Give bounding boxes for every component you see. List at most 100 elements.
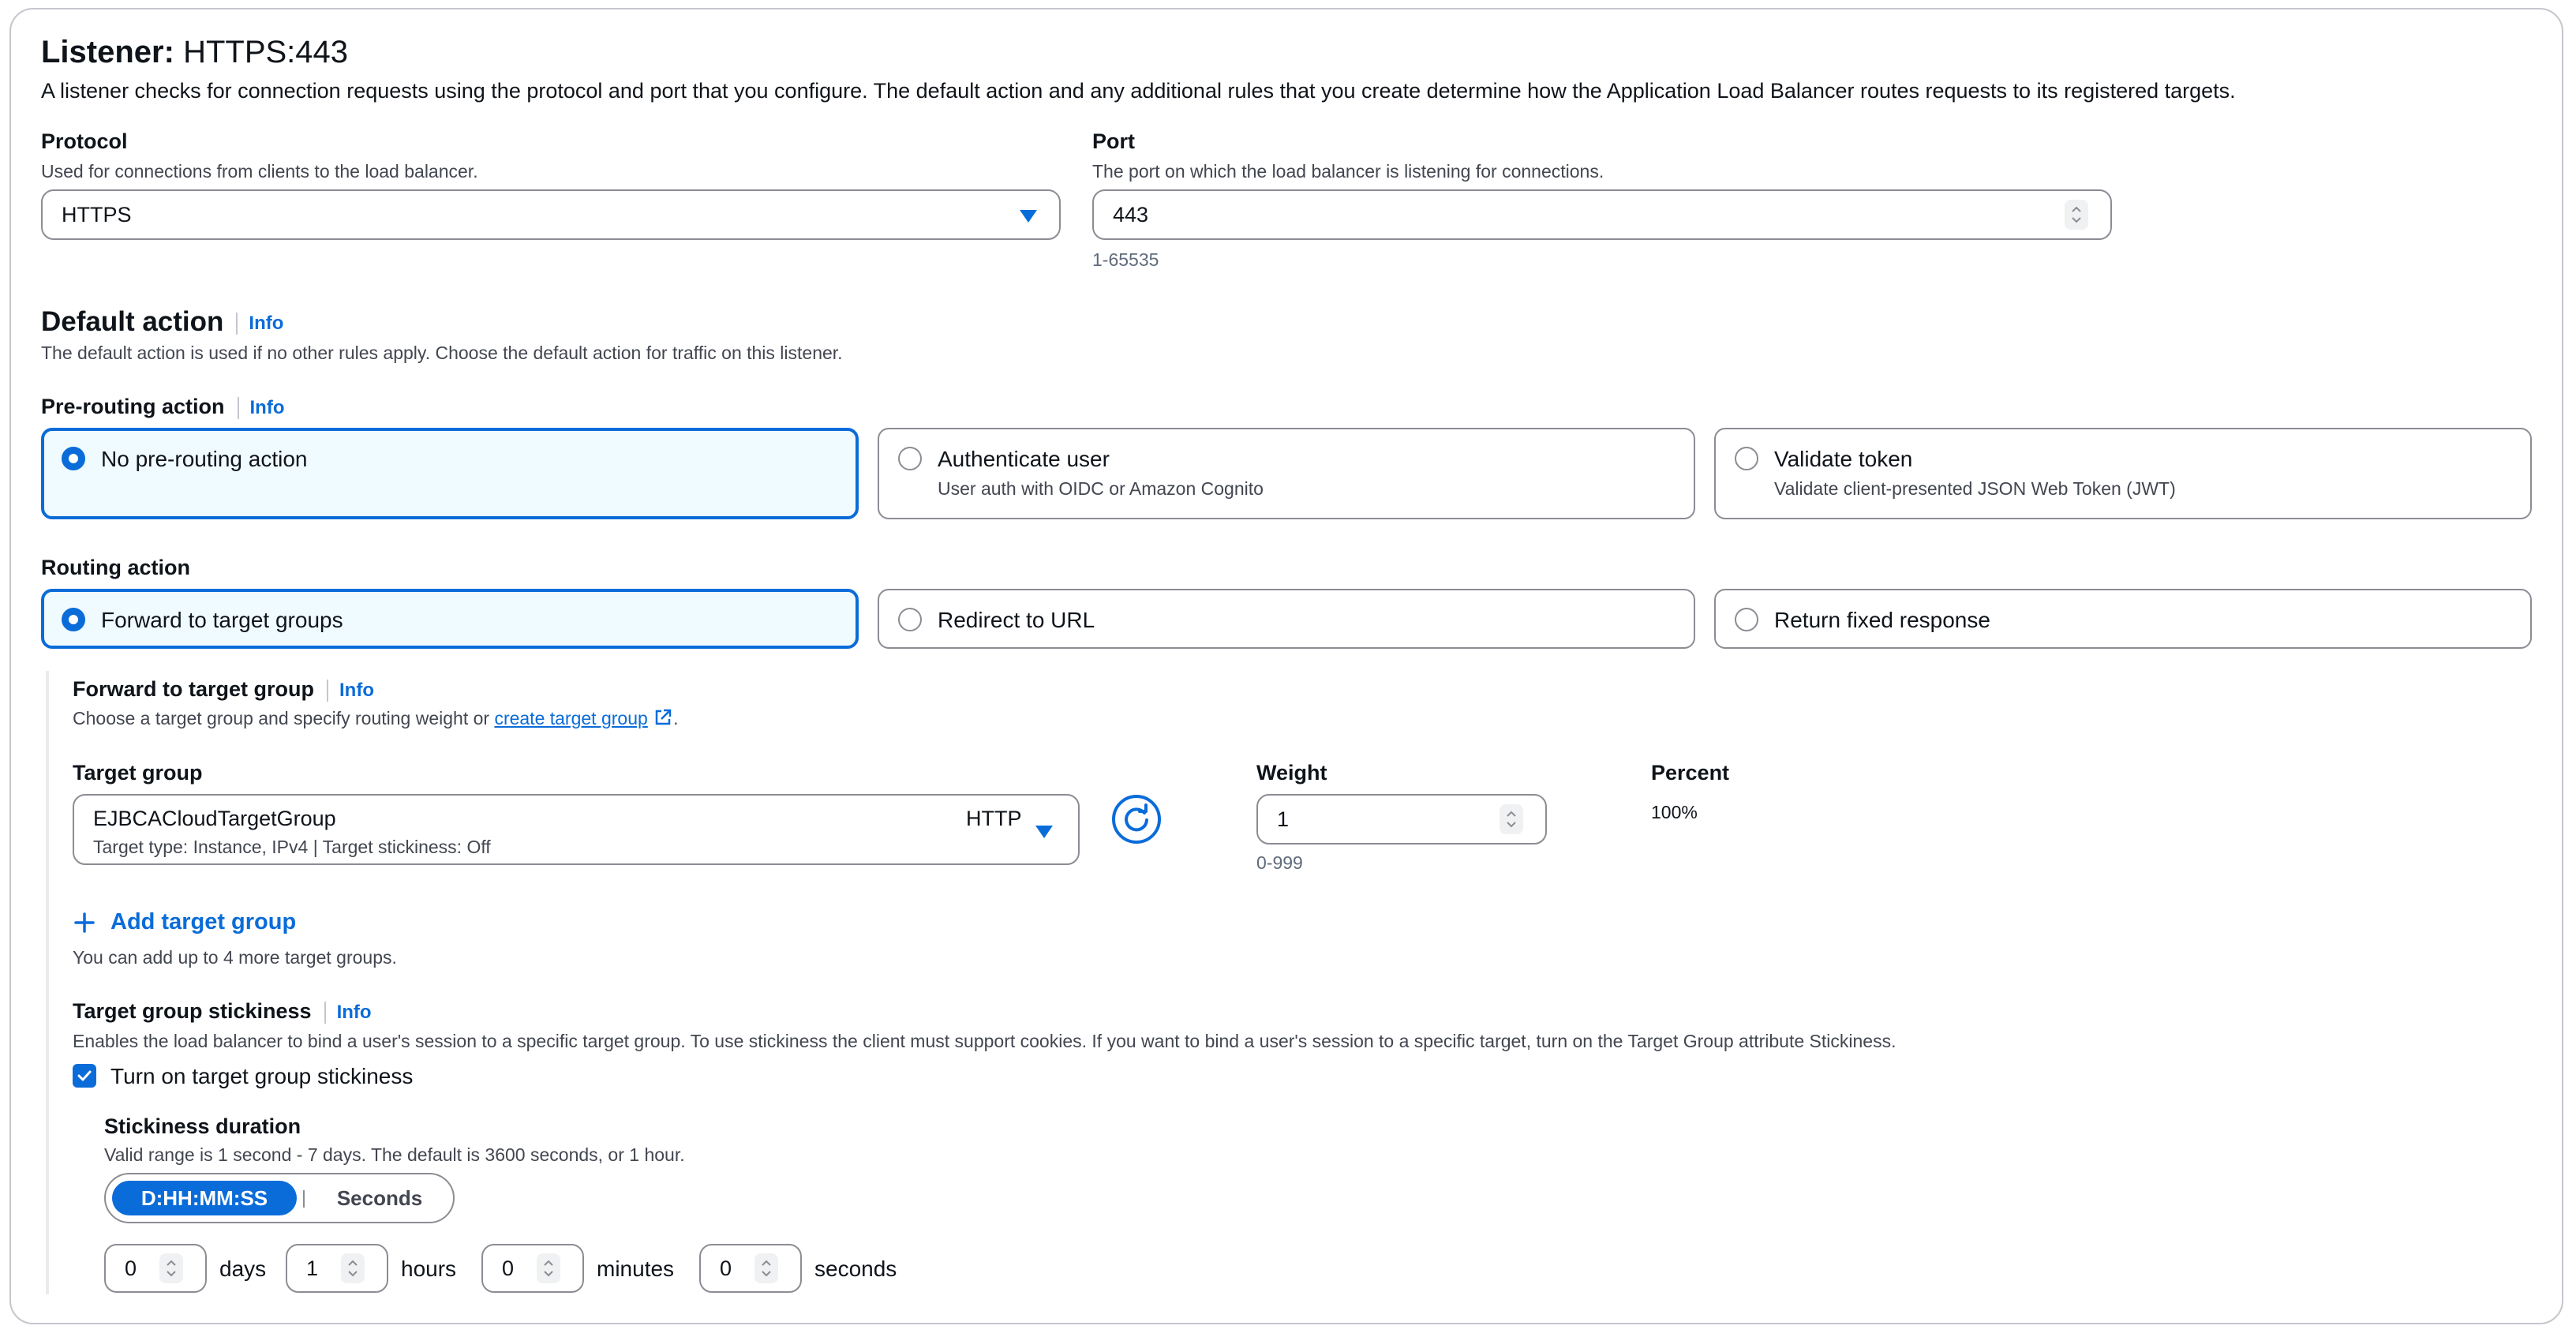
info-separator bbox=[237, 396, 239, 419]
stepper-arrows-icon bbox=[544, 1260, 553, 1277]
refresh-icon bbox=[1112, 795, 1161, 844]
target-group-label: Target group bbox=[73, 761, 203, 785]
stepper-arrows-icon bbox=[348, 1260, 358, 1277]
minutes-value: 0 bbox=[502, 1256, 515, 1280]
hours-input[interactable]: 1 bbox=[286, 1244, 388, 1293]
routing-option-redirect[interactable]: Redirect to URL bbox=[878, 589, 1695, 649]
days-input[interactable]: 0 bbox=[104, 1244, 207, 1293]
hours-value: 1 bbox=[306, 1256, 319, 1280]
protocol-description: Used for connections from clients to the… bbox=[41, 161, 478, 182]
radio-selected[interactable] bbox=[62, 608, 85, 631]
default-action-description: The default action is used if no other r… bbox=[41, 343, 843, 363]
external-link-icon[interactable] bbox=[653, 707, 673, 728]
seconds-stepper[interactable] bbox=[754, 1253, 778, 1283]
seconds-input[interactable]: 0 bbox=[699, 1244, 802, 1293]
stickiness-header: Target group stickiness Info bbox=[73, 999, 372, 1024]
default-action-header: Default action Info bbox=[41, 306, 283, 338]
add-target-group-label: Add target group bbox=[110, 909, 297, 934]
create-target-group-link[interactable]: create target group bbox=[494, 708, 647, 728]
routing-title: Routing action bbox=[41, 556, 190, 579]
pre-routing-option-none[interactable]: No pre-routing action bbox=[41, 428, 859, 519]
forward-description-prefix: Choose a target group and specify routin… bbox=[73, 708, 495, 728]
stickiness-checkbox-label[interactable]: Turn on target group stickiness bbox=[110, 1064, 413, 1089]
forward-title: Forward to target group bbox=[73, 677, 314, 701]
minutes-input[interactable]: 0 bbox=[481, 1244, 584, 1293]
stickiness-title: Target group stickiness bbox=[73, 999, 312, 1023]
days-label: days bbox=[219, 1256, 267, 1281]
format-option-dhhmmss[interactable]: D:HH:MM:SS bbox=[112, 1181, 297, 1215]
seconds-label: seconds bbox=[814, 1256, 897, 1281]
radio-unselected[interactable] bbox=[898, 447, 922, 470]
refresh-button[interactable] bbox=[1111, 794, 1162, 845]
info-separator bbox=[324, 1001, 326, 1024]
option-label: No pre-routing action bbox=[101, 447, 308, 471]
protocol-value: HTTPS bbox=[62, 202, 132, 227]
add-target-group-hint: You can add up to 4 more target groups. bbox=[73, 947, 397, 968]
radio-unselected[interactable] bbox=[1735, 608, 1758, 631]
listener-description: A listener checks for connection request… bbox=[41, 79, 2236, 103]
percent-value: 100% bbox=[1651, 802, 1698, 822]
option-label: Authenticate user bbox=[938, 447, 1110, 471]
port-input[interactable]: 443 bbox=[1092, 189, 2112, 240]
caret-down-icon bbox=[1020, 210, 1037, 223]
hours-stepper[interactable] bbox=[341, 1253, 365, 1283]
nested-section-rail bbox=[46, 671, 49, 1294]
stepper-arrows-icon bbox=[762, 1260, 771, 1277]
option-label: Validate token bbox=[1774, 447, 1913, 471]
format-option-seconds[interactable]: Seconds bbox=[313, 1181, 447, 1215]
routing-option-forward[interactable]: Forward to target groups bbox=[41, 589, 859, 649]
info-separator bbox=[327, 679, 328, 702]
checkmark-icon bbox=[77, 1070, 92, 1081]
stickiness-duration-description: Valid range is 1 second - 7 days. The de… bbox=[104, 1144, 685, 1165]
radio-unselected[interactable] bbox=[1735, 447, 1758, 470]
days-stepper[interactable] bbox=[159, 1253, 183, 1283]
port-stepper[interactable] bbox=[2065, 200, 2088, 230]
stepper-arrows-icon bbox=[2072, 206, 2081, 223]
add-target-group-button[interactable]: Add target group bbox=[73, 909, 296, 935]
weight-value: 1 bbox=[1277, 807, 1290, 831]
caret-down-icon bbox=[1035, 826, 1053, 838]
stickiness-description: Enables the load balancer to bind a user… bbox=[73, 1031, 1896, 1051]
pre-routing-header: Pre-routing action Info bbox=[41, 395, 285, 419]
weight-stepper[interactable] bbox=[1500, 804, 1523, 834]
routing-option-fixed-response[interactable]: Return fixed response bbox=[1714, 589, 2532, 649]
days-value: 0 bbox=[125, 1256, 137, 1280]
seconds-value: 0 bbox=[720, 1256, 732, 1280]
port-label: Port bbox=[1092, 129, 1135, 153]
pre-routing-option-validate-token[interactable]: Validate token Validate client-presented… bbox=[1714, 428, 2532, 519]
pre-routing-option-authenticate[interactable]: Authenticate user User auth with OIDC or… bbox=[878, 428, 1695, 519]
target-group-protocol: HTTP bbox=[966, 807, 1022, 830]
target-group-details: Target type: Instance, IPv4 | Target sti… bbox=[93, 837, 491, 857]
listener-title: Listener: HTTPS:443 bbox=[41, 35, 348, 70]
stickiness-info-link[interactable]: Info bbox=[337, 1002, 372, 1023]
option-label: Return fixed response bbox=[1774, 608, 1990, 632]
forward-info-link[interactable]: Info bbox=[339, 680, 374, 701]
target-group-name: EJBCACloudTargetGroup bbox=[93, 807, 336, 830]
hours-label: hours bbox=[401, 1256, 457, 1281]
percent-label: Percent bbox=[1651, 761, 1730, 785]
minutes-label: minutes bbox=[597, 1256, 675, 1281]
radio-unselected[interactable] bbox=[898, 608, 922, 631]
protocol-label: Protocol bbox=[41, 129, 128, 153]
duration-format-toggle: D:HH:MM:SS Seconds bbox=[104, 1173, 455, 1223]
pre-routing-title: Pre-routing action bbox=[41, 395, 225, 418]
forward-description: Choose a target group and specify routin… bbox=[73, 707, 679, 729]
default-action-info-link[interactable]: Info bbox=[249, 313, 283, 334]
stepper-arrows-icon bbox=[167, 1260, 176, 1277]
option-label: Redirect to URL bbox=[938, 608, 1095, 632]
stickiness-checkbox[interactable] bbox=[73, 1064, 96, 1088]
minutes-stepper[interactable] bbox=[537, 1253, 560, 1283]
target-group-select[interactable]: EJBCACloudTargetGroup HTTP Target type: … bbox=[73, 794, 1080, 865]
info-separator bbox=[236, 312, 238, 335]
port-constraint: 1-65535 bbox=[1092, 249, 1159, 270]
weight-constraint: 0-999 bbox=[1256, 852, 1303, 873]
plus-icon bbox=[74, 912, 95, 933]
weight-input[interactable]: 1 bbox=[1256, 794, 1547, 845]
forward-description-suffix: . bbox=[673, 708, 679, 728]
listener-title-value: HTTPS:443 bbox=[183, 35, 349, 69]
protocol-select[interactable]: HTTPS bbox=[41, 189, 1061, 240]
port-description: The port on which the load balancer is l… bbox=[1092, 161, 1604, 182]
listener-title-prefix: Listener: bbox=[41, 35, 174, 69]
radio-selected[interactable] bbox=[62, 447, 85, 470]
pre-routing-info-link[interactable]: Info bbox=[250, 397, 285, 418]
